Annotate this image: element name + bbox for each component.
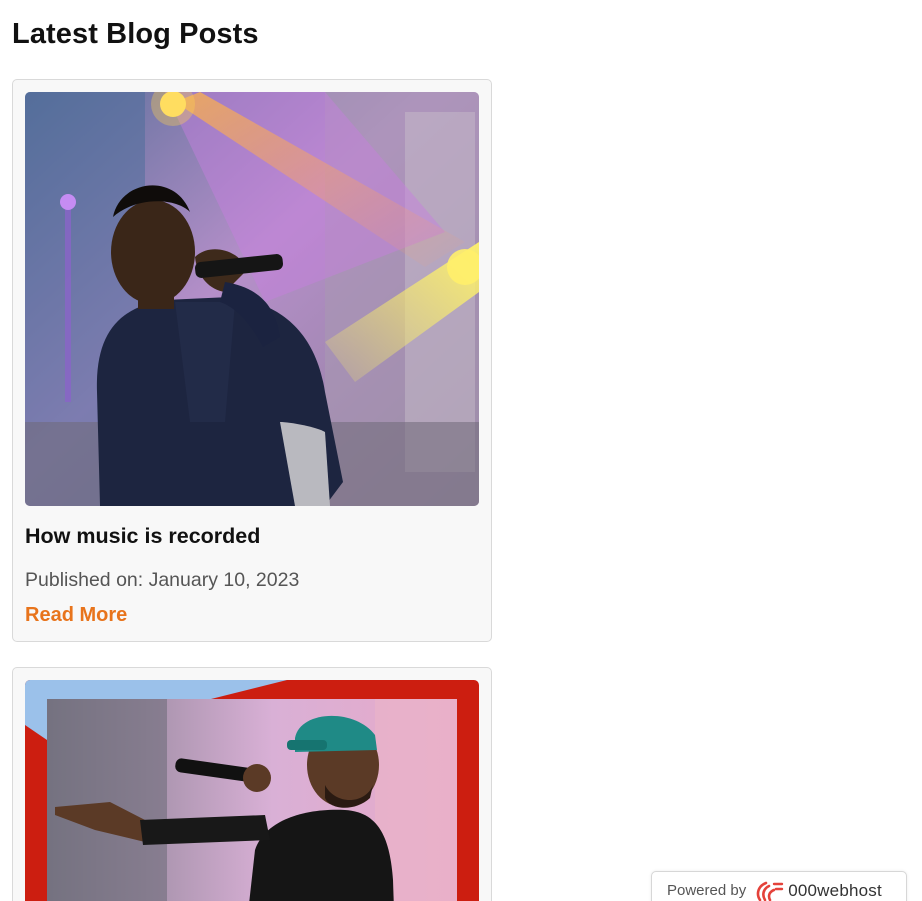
powered-by-label: Powered by <box>667 882 747 899</box>
blog-post-card <box>12 667 492 901</box>
000webhost-logo-icon <box>754 880 784 901</box>
read-more-link[interactable]: Read More <box>25 604 127 627</box>
page-title: Latest Blog Posts <box>12 18 259 50</box>
post-image[interactable] <box>25 680 479 901</box>
post-published-date: Published on: January 10, 2023 <box>25 569 300 591</box>
powered-by-badge[interactable]: Powered by 000webhost <box>651 871 907 901</box>
post-title: How music is recorded <box>25 524 261 548</box>
blog-page: Latest Blog Posts How music is recorded … <box>0 0 922 901</box>
post-image[interactable] <box>25 92 479 506</box>
blog-post-card: How music is recorded Published on: Janu… <box>12 79 492 642</box>
brand-name: 000webhost <box>788 881 882 900</box>
